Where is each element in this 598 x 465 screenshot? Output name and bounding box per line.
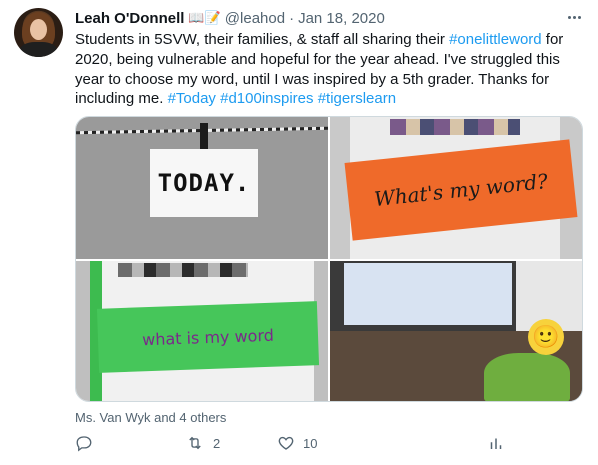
photo-strip bbox=[118, 263, 248, 277]
avatar-face bbox=[30, 19, 47, 40]
retweet-count: 2 bbox=[213, 435, 221, 451]
hashtag-link[interactable]: #tigerslearn bbox=[318, 90, 396, 107]
more-dot bbox=[572, 15, 576, 19]
tweet-header: Leah O'Donnell 📖📝 @leahod · Jan 18, 2020 bbox=[75, 8, 385, 28]
retweet-button[interactable]: 2 bbox=[185, 434, 220, 452]
tweet-date[interactable]: Jan 18, 2020 bbox=[298, 10, 385, 27]
name-emojis: 📖📝 bbox=[188, 10, 221, 25]
like-count: 10 bbox=[303, 435, 318, 451]
reply-button[interactable] bbox=[75, 434, 93, 452]
heart-icon bbox=[278, 436, 294, 450]
photo-whats-my-word[interactable]: What's my word? bbox=[330, 117, 582, 259]
photo-today-card[interactable]: TODAY. bbox=[76, 117, 328, 259]
text-segment: Students in 5SVW, their families, & staf… bbox=[75, 31, 450, 48]
analytics-button[interactable] bbox=[487, 434, 505, 452]
photo-what-is-my-word[interactable]: what is my word bbox=[76, 261, 328, 401]
green-card-text: what is my word bbox=[96, 301, 320, 373]
author-avatar[interactable] bbox=[14, 8, 63, 57]
avatar-shirt bbox=[20, 42, 57, 57]
projector-screen bbox=[344, 263, 512, 325]
author-handle[interactable]: @leahod bbox=[225, 10, 285, 27]
author-name[interactable]: Leah O'Donnell bbox=[75, 10, 184, 27]
analytics-icon bbox=[490, 438, 502, 449]
media-grid: TODAY. What's my word? what is my word 🙂 bbox=[75, 116, 583, 402]
tweet-text: Students in 5SVW, their families, & staf… bbox=[75, 30, 585, 109]
smiley-face-icon: 🙂 bbox=[528, 319, 564, 355]
like-button[interactable]: 10 bbox=[277, 434, 317, 452]
hashtag-link[interactable]: #Today bbox=[168, 90, 216, 107]
header-separator: · bbox=[289, 9, 295, 27]
tweet[interactable]: Leah O'Donnell 📖📝 @leahod · Jan 18, 2020… bbox=[0, 0, 598, 465]
hashtag-link[interactable]: #onelittleword bbox=[449, 31, 542, 48]
reply-icon bbox=[76, 436, 92, 452]
tweet-actions: 2 10 bbox=[75, 434, 585, 456]
hashtag-link[interactable]: #d100inspires bbox=[220, 90, 313, 107]
more-options-button[interactable] bbox=[564, 8, 584, 26]
photo-classroom[interactable]: 🙂 bbox=[330, 261, 582, 401]
more-dot bbox=[577, 15, 581, 19]
more-dot bbox=[567, 15, 571, 19]
tagged-users-link[interactable]: Ms. Van Wyk and 4 others bbox=[75, 410, 226, 425]
retweet-icon bbox=[189, 436, 201, 450]
photo-strip bbox=[390, 119, 520, 135]
today-card-text: TODAY. bbox=[150, 149, 258, 217]
green-chair bbox=[484, 353, 570, 401]
